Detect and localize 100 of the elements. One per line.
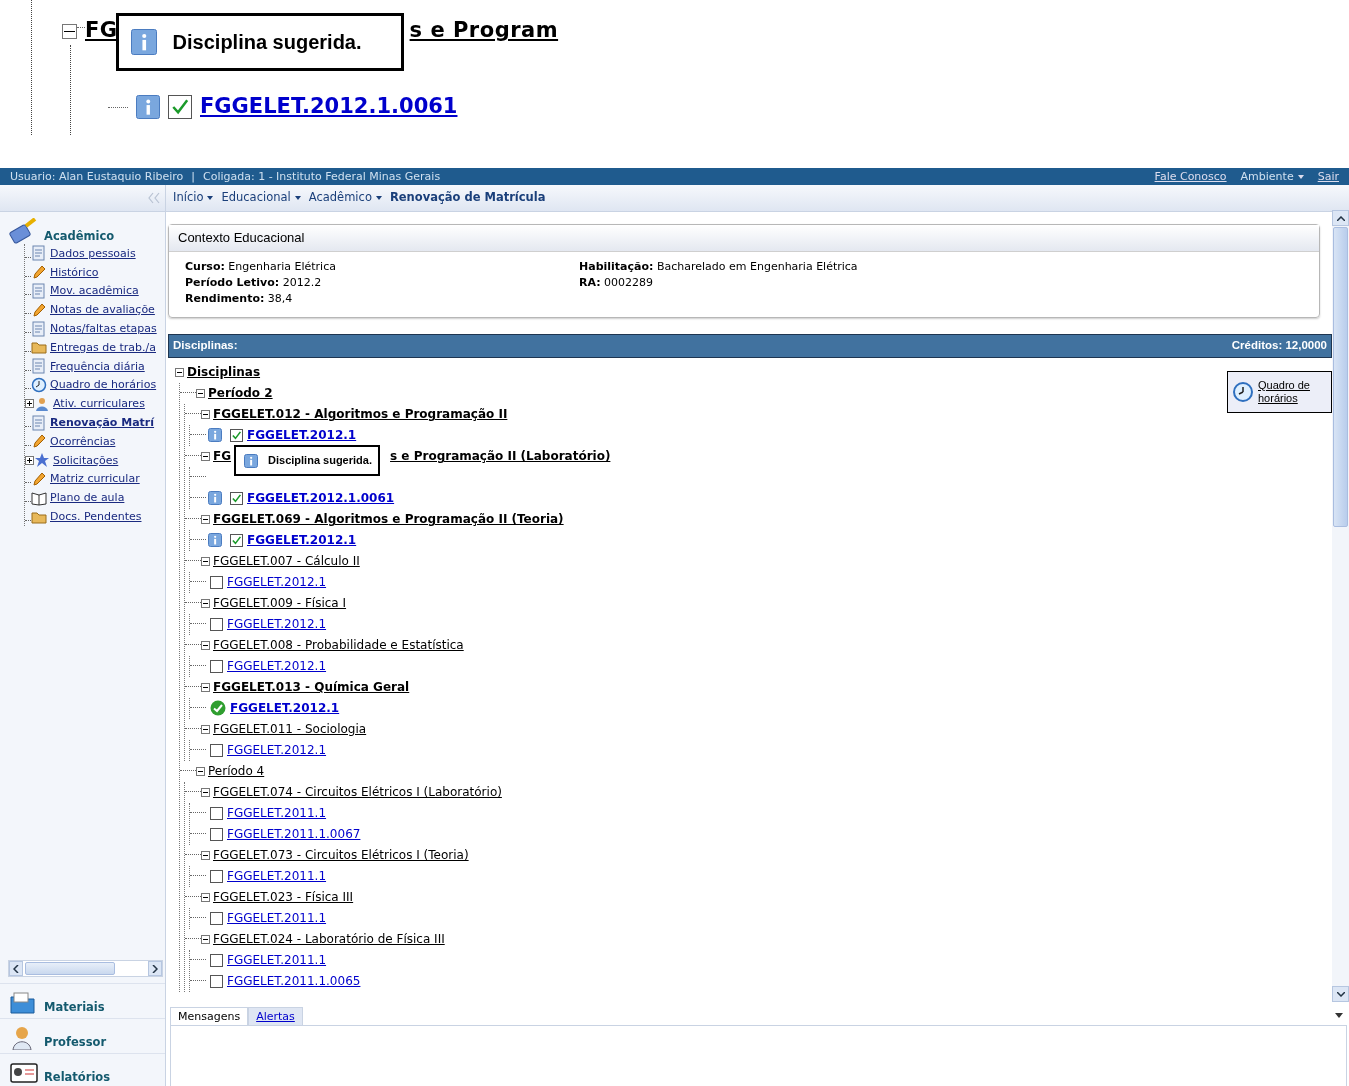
sidebar-link[interactable]: Matriz curricular [50, 472, 140, 486]
expand-icon[interactable] [25, 399, 34, 409]
checkbox[interactable] [230, 428, 243, 442]
id-card-icon[interactable] [10, 1061, 38, 1085]
tab[interactable]: Alertas [248, 1006, 303, 1025]
header-link[interactable]: Fale Conosco [1154, 169, 1227, 184]
class-link[interactable]: FGGELET.2011.1 [227, 953, 327, 968]
course-title[interactable]: FGGELET.024 - Laboratório de Física III [213, 932, 445, 947]
section-title[interactable]: Materiais [44, 1001, 105, 1015]
checkbox[interactable] [210, 911, 223, 925]
checkbox[interactable] [210, 743, 223, 757]
course-title[interactable]: FGGELET.007 - Cálculo II [213, 554, 360, 569]
sidebar-link[interactable]: Mov. acadêmica [50, 284, 139, 298]
course-title[interactable]: FGGELET.069 - Algoritmos e Programação II (Teoria) [213, 512, 564, 527]
class-link[interactable]: FGGELET.2012.1 [227, 575, 327, 590]
company-name: Coligada: 1 - Instituto Federal Minas Gerais [203, 169, 441, 184]
sidebar-link[interactable]: Notas/faltas etapas [50, 322, 157, 336]
class-link[interactable]: FGGELET.2011.1.0065 [227, 974, 361, 989]
section-title[interactable]: Relatórios [44, 1071, 111, 1085]
collapse-icon[interactable] [201, 892, 210, 902]
checkbox[interactable] [210, 827, 223, 841]
class-link[interactable]: FGGELET.2011.1 [227, 806, 327, 821]
class-link[interactable]: FGGELET.2012.1 [247, 533, 357, 548]
tree-node-label[interactable]: Disciplinas [187, 365, 261, 380]
folder-icon[interactable] [10, 991, 38, 1015]
collapse-icon[interactable] [201, 850, 210, 860]
collapse-icon[interactable] [196, 388, 205, 398]
checkbox[interactable] [210, 617, 223, 631]
collapse-icon[interactable] [201, 787, 210, 797]
collapse-icon[interactable] [201, 640, 210, 650]
sidebar-link[interactable]: Ocorrências [50, 434, 116, 448]
collapse-icon[interactable] [201, 682, 210, 692]
course-title[interactable]: FGGELET.008 - Probabilidade e Estatística [213, 638, 464, 653]
course-title[interactable]: FGGELET.009 - Física I [213, 596, 347, 611]
collapse-icon[interactable] [201, 556, 210, 566]
checkbox[interactable] [210, 659, 223, 673]
sidebar-link[interactable]: Solicitações [53, 453, 119, 467]
class-link[interactable]: FGGELET.2011.1.0067 [227, 827, 361, 842]
breadcrumb-item[interactable]: Acadêmico [308, 191, 382, 205]
header-link[interactable]: Sair [1317, 169, 1339, 184]
collapse-icon[interactable] [62, 23, 77, 39]
course-title[interactable]: FGGELET.013 - Química Geral [213, 680, 410, 695]
course-title[interactable]: FGGELET.073 - Circuitos Elétricos I (Teoria) [213, 848, 469, 863]
class-link[interactable]: FGGELET.2012.1.0061 [200, 94, 458, 120]
course-title[interactable]: FGGELET.074 - Circuitos Elétricos I (Laboratório) [213, 785, 502, 800]
sidebar-link[interactable]: Dados pessoais [50, 246, 136, 260]
vertical-scrollbar[interactable] [1332, 210, 1349, 1002]
class-link[interactable]: FGGELET.2011.1 [227, 911, 327, 926]
course-title-fragment: FG [213, 449, 232, 464]
collapse-icon[interactable] [201, 514, 210, 524]
sidebar-link[interactable]: Renovação Matrí [50, 415, 155, 430]
schedule-button[interactable]: Quadro de horários [1227, 370, 1332, 413]
tree-node-label[interactable]: Período 2 [208, 386, 273, 401]
caret-icon[interactable] [1335, 1013, 1343, 1018]
class-link[interactable]: FGGELET.2012.1 [247, 428, 357, 443]
person-icon [34, 395, 50, 412]
collapse-icon[interactable] [201, 451, 210, 461]
sidebar-link[interactable]: Histórico [50, 265, 99, 279]
sidebar-link[interactable]: Plano de aula [50, 491, 125, 505]
checkbox[interactable] [210, 575, 223, 589]
class-link[interactable]: FGGELET.2012.1 [227, 659, 327, 674]
collapse-icon[interactable] [196, 766, 205, 776]
checkbox[interactable] [210, 974, 223, 988]
class-link[interactable]: FGGELET.2012.1 [230, 701, 340, 716]
collapse-icon[interactable] [201, 598, 210, 608]
checkbox[interactable] [230, 533, 243, 547]
collapse-icon[interactable] [201, 409, 210, 419]
collapse-icon[interactable] [201, 934, 210, 944]
environment-dropdown[interactable]: Ambiente [1240, 169, 1304, 184]
pencil-icon [31, 301, 47, 318]
clock-icon [1233, 381, 1253, 402]
tree-node-label[interactable]: Período 4 [208, 764, 265, 779]
class-link[interactable]: FGGELET.2012.1.0061 [247, 491, 395, 506]
collapse-icon[interactable] [201, 724, 210, 734]
checkbox[interactable] [230, 491, 243, 505]
collapse-icon[interactable] [175, 367, 184, 377]
class-link[interactable]: FGGELET.2012.1 [227, 743, 327, 758]
checkbox[interactable] [210, 953, 223, 967]
expand-icon[interactable] [25, 455, 34, 465]
sidebar-link[interactable]: Notas de avaliaçõe [50, 303, 155, 317]
breadcrumb-item[interactable]: Início [173, 191, 214, 205]
sidebar-link[interactable]: Frequência diária [50, 359, 145, 373]
checkbox[interactable] [168, 94, 192, 119]
sidebar-link[interactable]: Quadro de horários [50, 378, 157, 392]
class-link[interactable]: FGGELET.2011.1 [227, 869, 327, 884]
checkbox[interactable] [210, 869, 223, 883]
sidebar-link[interactable]: Ativ. curriculares [53, 397, 145, 411]
tab[interactable]: Mensagens [170, 1006, 249, 1025]
checkbox[interactable] [210, 806, 223, 820]
section-title: Acadêmico [44, 230, 115, 244]
section-title[interactable]: Professor [44, 1036, 107, 1050]
course-title[interactable]: FGGELET.011 - Sociologia [213, 722, 367, 737]
course-title[interactable]: FGGELET.023 - Física III [213, 890, 354, 905]
course-title[interactable]: FGGELET.012 - Algoritmos e Programação II [213, 407, 508, 422]
breadcrumb-item[interactable]: Educacional [221, 191, 301, 205]
horizontal-scrollbar[interactable] [8, 960, 163, 977]
tooltip-text: Disciplina sugerida. [268, 454, 372, 468]
sidebar-link[interactable]: Entregas de trab./a [50, 340, 156, 354]
sidebar-link[interactable]: Docs. Pendentes [50, 509, 142, 524]
class-link[interactable]: FGGELET.2012.1 [227, 617, 327, 632]
